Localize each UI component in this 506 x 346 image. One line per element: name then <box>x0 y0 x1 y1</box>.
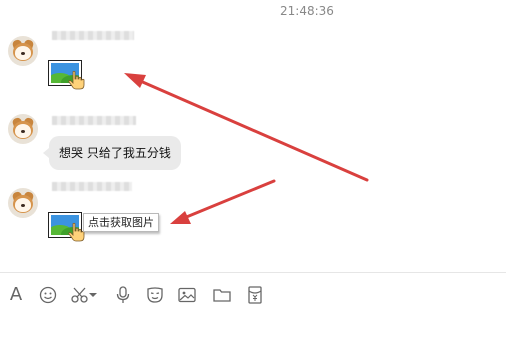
message-timestamp: 21:48:36 <box>280 4 334 18</box>
pointer-hand-icon <box>68 70 85 90</box>
mask-icon[interactable] <box>145 285 165 305</box>
sender-name-blurred <box>52 31 134 40</box>
emoji-icon[interactable] <box>38 285 58 305</box>
microphone-icon[interactable] <box>113 285 133 305</box>
dropdown-caret-icon[interactable] <box>88 285 98 305</box>
font-icon[interactable]: A <box>6 285 26 305</box>
image-icon[interactable] <box>177 285 197 305</box>
sender-name-blurred <box>52 116 136 125</box>
red-packet-icon[interactable] <box>245 285 265 305</box>
chat-area: 21:48:36 想哭 只给了我五分钱 点击获取图片 <box>0 0 506 272</box>
avatar[interactable] <box>8 188 38 218</box>
folder-icon[interactable] <box>212 285 232 305</box>
annotation-arrow <box>170 179 276 224</box>
click-to-get-image-tooltip: 点击获取图片 <box>83 213 159 232</box>
sender-name-blurred <box>52 182 132 191</box>
avatar[interactable] <box>8 36 38 66</box>
avatar[interactable] <box>8 114 38 144</box>
chat-input-toolbar: A <box>0 273 506 346</box>
text-message-bubble[interactable]: 想哭 只给了我五分钱 <box>43 136 181 170</box>
scissors-icon[interactable] <box>70 285 90 305</box>
